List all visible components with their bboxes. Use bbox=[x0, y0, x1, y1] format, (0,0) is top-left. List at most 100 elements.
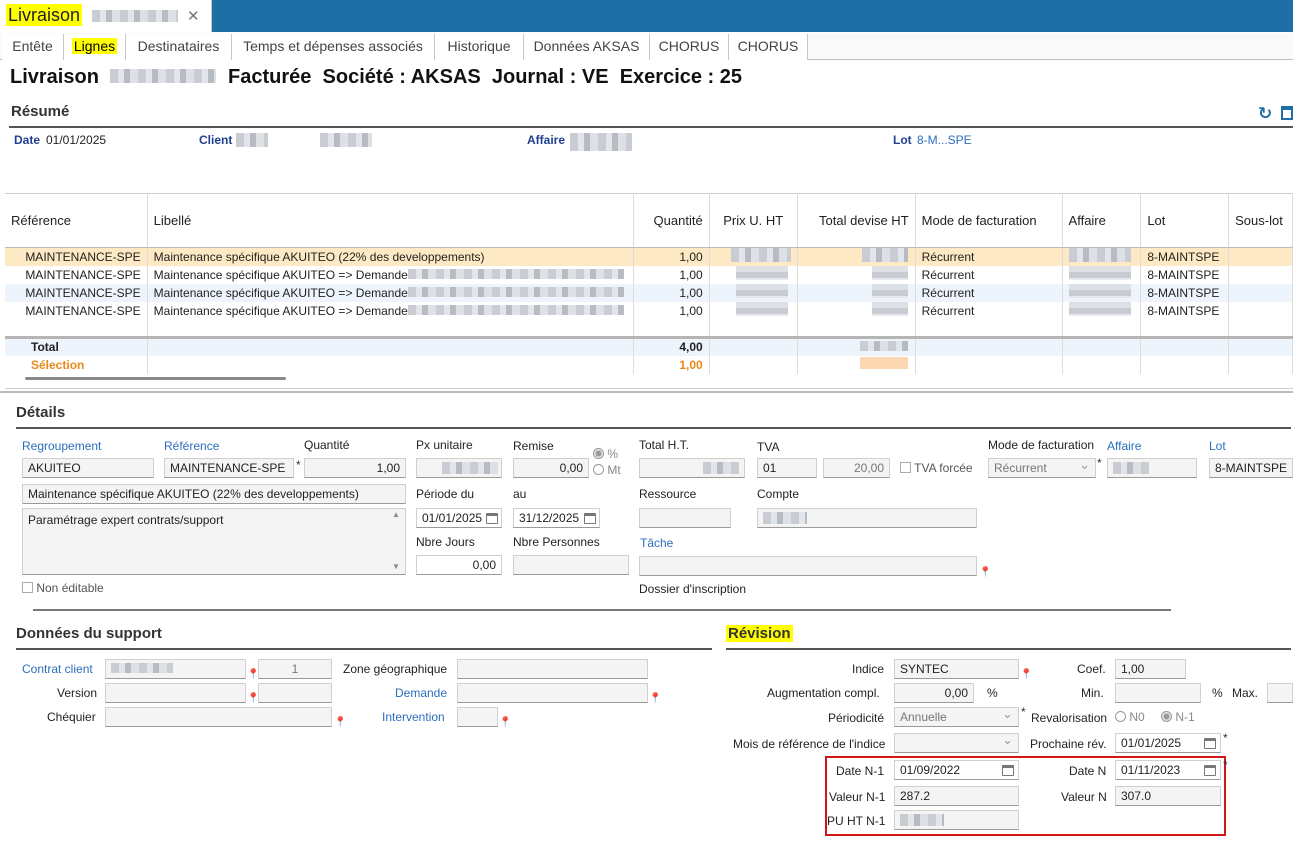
tab-chorus-2[interactable]: CHORUS bbox=[729, 34, 808, 60]
tab-destinataires[interactable]: Destinataires bbox=[126, 34, 232, 60]
column-header[interactable]: Affaire bbox=[1062, 193, 1142, 248]
tva-forcee-checkbox[interactable]: TVA forcée bbox=[900, 461, 973, 475]
tva-code-field[interactable]: 01 bbox=[757, 458, 817, 478]
min-field[interactable] bbox=[1115, 683, 1201, 703]
ressource-label: Ressource bbox=[639, 487, 697, 501]
mois-ref-select[interactable] bbox=[894, 733, 1019, 753]
compte-field[interactable] bbox=[757, 508, 977, 528]
table-row[interactable]: MAINTENANCE-SPE Maintenance spécifique A… bbox=[5, 301, 1293, 320]
indice-field[interactable]: SYNTEC bbox=[894, 659, 1019, 679]
pin-icon[interactable]: 📍 bbox=[334, 717, 346, 728]
tab-temps-depenses[interactable]: Temps et dépenses associés bbox=[232, 34, 435, 60]
min-label: Min. bbox=[1081, 686, 1104, 700]
calendar-icon[interactable] bbox=[1204, 765, 1216, 776]
resume-lot-value[interactable]: 8-M...SPE bbox=[917, 133, 972, 147]
libelle-field[interactable]: Maintenance spécifique AKUITEO (22% des … bbox=[22, 484, 406, 504]
horizontal-scrollbar[interactable] bbox=[25, 377, 286, 380]
column-header[interactable]: Mode de facturation bbox=[915, 193, 1063, 248]
lot-field[interactable]: 8-MAINTSPE bbox=[1209, 458, 1293, 478]
tab-lignes[interactable]: Lignes bbox=[64, 34, 126, 60]
periodicite-select[interactable]: Annuelle bbox=[894, 707, 1019, 727]
demande-field[interactable] bbox=[457, 683, 648, 703]
close-icon[interactable]: ✕ bbox=[187, 7, 200, 25]
calendar-icon[interactable] bbox=[1281, 106, 1293, 120]
reference-field[interactable]: MAINTENANCE-SPE bbox=[164, 458, 294, 478]
version-field[interactable] bbox=[105, 683, 246, 703]
augmentation-field[interactable]: 0,00 bbox=[894, 683, 974, 703]
tab-donnees-aksas[interactable]: Données AKSAS bbox=[524, 34, 650, 60]
valeur-n-field[interactable]: 307.0 bbox=[1115, 786, 1221, 806]
column-header[interactable]: Référence bbox=[5, 193, 148, 248]
non-editable-checkbox[interactable]: Non éditable bbox=[22, 581, 104, 595]
document-tab[interactable]: Livraison ✕ bbox=[0, 0, 212, 32]
px-unitaire-field[interactable] bbox=[416, 458, 502, 478]
intervention-label[interactable]: Intervention bbox=[382, 710, 445, 724]
description-textarea[interactable]: Paramétrage expert contrats/support bbox=[22, 508, 406, 575]
quantite-field[interactable]: 1,00 bbox=[304, 458, 406, 478]
column-header[interactable]: Quantité bbox=[633, 193, 710, 248]
quantite-label: Quantité bbox=[304, 438, 350, 452]
tab-chorus-1[interactable]: CHORUS bbox=[650, 34, 729, 60]
cell-prix bbox=[709, 265, 798, 284]
pin-icon[interactable]: 📍 bbox=[649, 693, 661, 704]
calendar-icon[interactable] bbox=[584, 513, 596, 524]
reference-label[interactable]: Référence bbox=[164, 439, 219, 453]
column-header[interactable]: Libellé bbox=[147, 193, 634, 248]
remise-pct-radio[interactable]: % bbox=[593, 447, 618, 461]
date-n1-label: Date N-1 bbox=[836, 764, 885, 778]
demande-label[interactable]: Demande bbox=[395, 686, 447, 700]
affaire-field[interactable] bbox=[1107, 458, 1197, 478]
column-header[interactable]: Lot bbox=[1140, 193, 1230, 248]
regroupement-field[interactable]: AKUITEO bbox=[22, 458, 154, 478]
refresh-icon[interactable]: ↻ bbox=[1258, 104, 1272, 124]
scroll-up-icon[interactable]: ▲ bbox=[392, 510, 400, 519]
calendar-icon[interactable] bbox=[1204, 738, 1216, 749]
horizontal-scrollbar[interactable] bbox=[33, 609, 1171, 611]
ressource-field[interactable] bbox=[639, 508, 731, 528]
regroupement-label[interactable]: Regroupement bbox=[22, 439, 101, 453]
table-row[interactable]: MAINTENANCE-SPE Maintenance spécifique A… bbox=[5, 283, 1293, 302]
tache-label[interactable]: Tâche bbox=[640, 536, 673, 550]
pu-ht-n1-field[interactable] bbox=[894, 810, 1019, 830]
table-row[interactable]: MAINTENANCE-SPE Maintenance spécifique A… bbox=[5, 247, 1293, 266]
nbre-jours-field[interactable]: 0,00 bbox=[416, 555, 502, 575]
valeur-n1-field[interactable]: 287.2 bbox=[894, 786, 1019, 806]
revalorisation-n1-radio[interactable]: N-1 bbox=[1161, 710, 1195, 724]
indice-label: Indice bbox=[852, 662, 885, 676]
affaire-label[interactable]: Affaire bbox=[1107, 439, 1141, 453]
nbre-personnes-field[interactable] bbox=[513, 555, 629, 575]
pin-icon[interactable]: 📍 bbox=[1020, 669, 1032, 680]
coef-field[interactable]: 1,00 bbox=[1115, 659, 1186, 679]
revalorisation-n0-radio[interactable]: N0 bbox=[1115, 710, 1145, 724]
calendar-icon[interactable] bbox=[1002, 765, 1014, 776]
zone-geo-field[interactable] bbox=[457, 659, 648, 679]
column-header[interactable]: Sous-lot bbox=[1228, 193, 1293, 248]
pin-icon[interactable]: 📍 bbox=[979, 567, 991, 578]
column-header[interactable]: Prix U. HT bbox=[709, 193, 798, 248]
chequier-label: Chéquier bbox=[47, 710, 96, 724]
non-editable-label: Non éditable bbox=[36, 581, 104, 595]
pin-icon[interactable]: 📍 bbox=[499, 717, 511, 728]
contrat-client-field[interactable] bbox=[105, 659, 246, 679]
max-field[interactable] bbox=[1267, 683, 1293, 703]
scroll-down-icon[interactable]: ▼ bbox=[392, 562, 400, 571]
revision-title-text: Révision bbox=[726, 625, 793, 642]
calendar-icon[interactable] bbox=[486, 513, 498, 524]
resume-affaire-label: Affaire bbox=[527, 133, 566, 147]
remise-field[interactable]: 0,00 bbox=[513, 458, 589, 478]
dossier-inscription-label: Dossier d'inscription bbox=[639, 582, 746, 596]
column-header[interactable]: Total devise HT bbox=[797, 193, 916, 248]
remise-mt-radio[interactable]: Mt bbox=[593, 463, 621, 477]
date-n1-field[interactable]: 01/09/2022 bbox=[894, 760, 1019, 780]
tache-field[interactable] bbox=[639, 556, 977, 576]
tab-entete[interactable]: Entête bbox=[2, 34, 64, 60]
mode-facturation-select[interactable]: Récurrent bbox=[988, 458, 1096, 478]
tab-historique[interactable]: Historique bbox=[435, 34, 524, 60]
lot-label[interactable]: Lot bbox=[1209, 439, 1226, 453]
table-row[interactable]: MAINTENANCE-SPE Maintenance spécifique A… bbox=[5, 265, 1293, 284]
nbre-jours-label: Nbre Jours bbox=[416, 535, 475, 549]
chequier-field[interactable] bbox=[105, 707, 332, 727]
contrat-client-label[interactable]: Contrat client bbox=[22, 662, 93, 676]
intervention-field[interactable] bbox=[457, 707, 498, 727]
splitter[interactable] bbox=[0, 391, 1293, 393]
